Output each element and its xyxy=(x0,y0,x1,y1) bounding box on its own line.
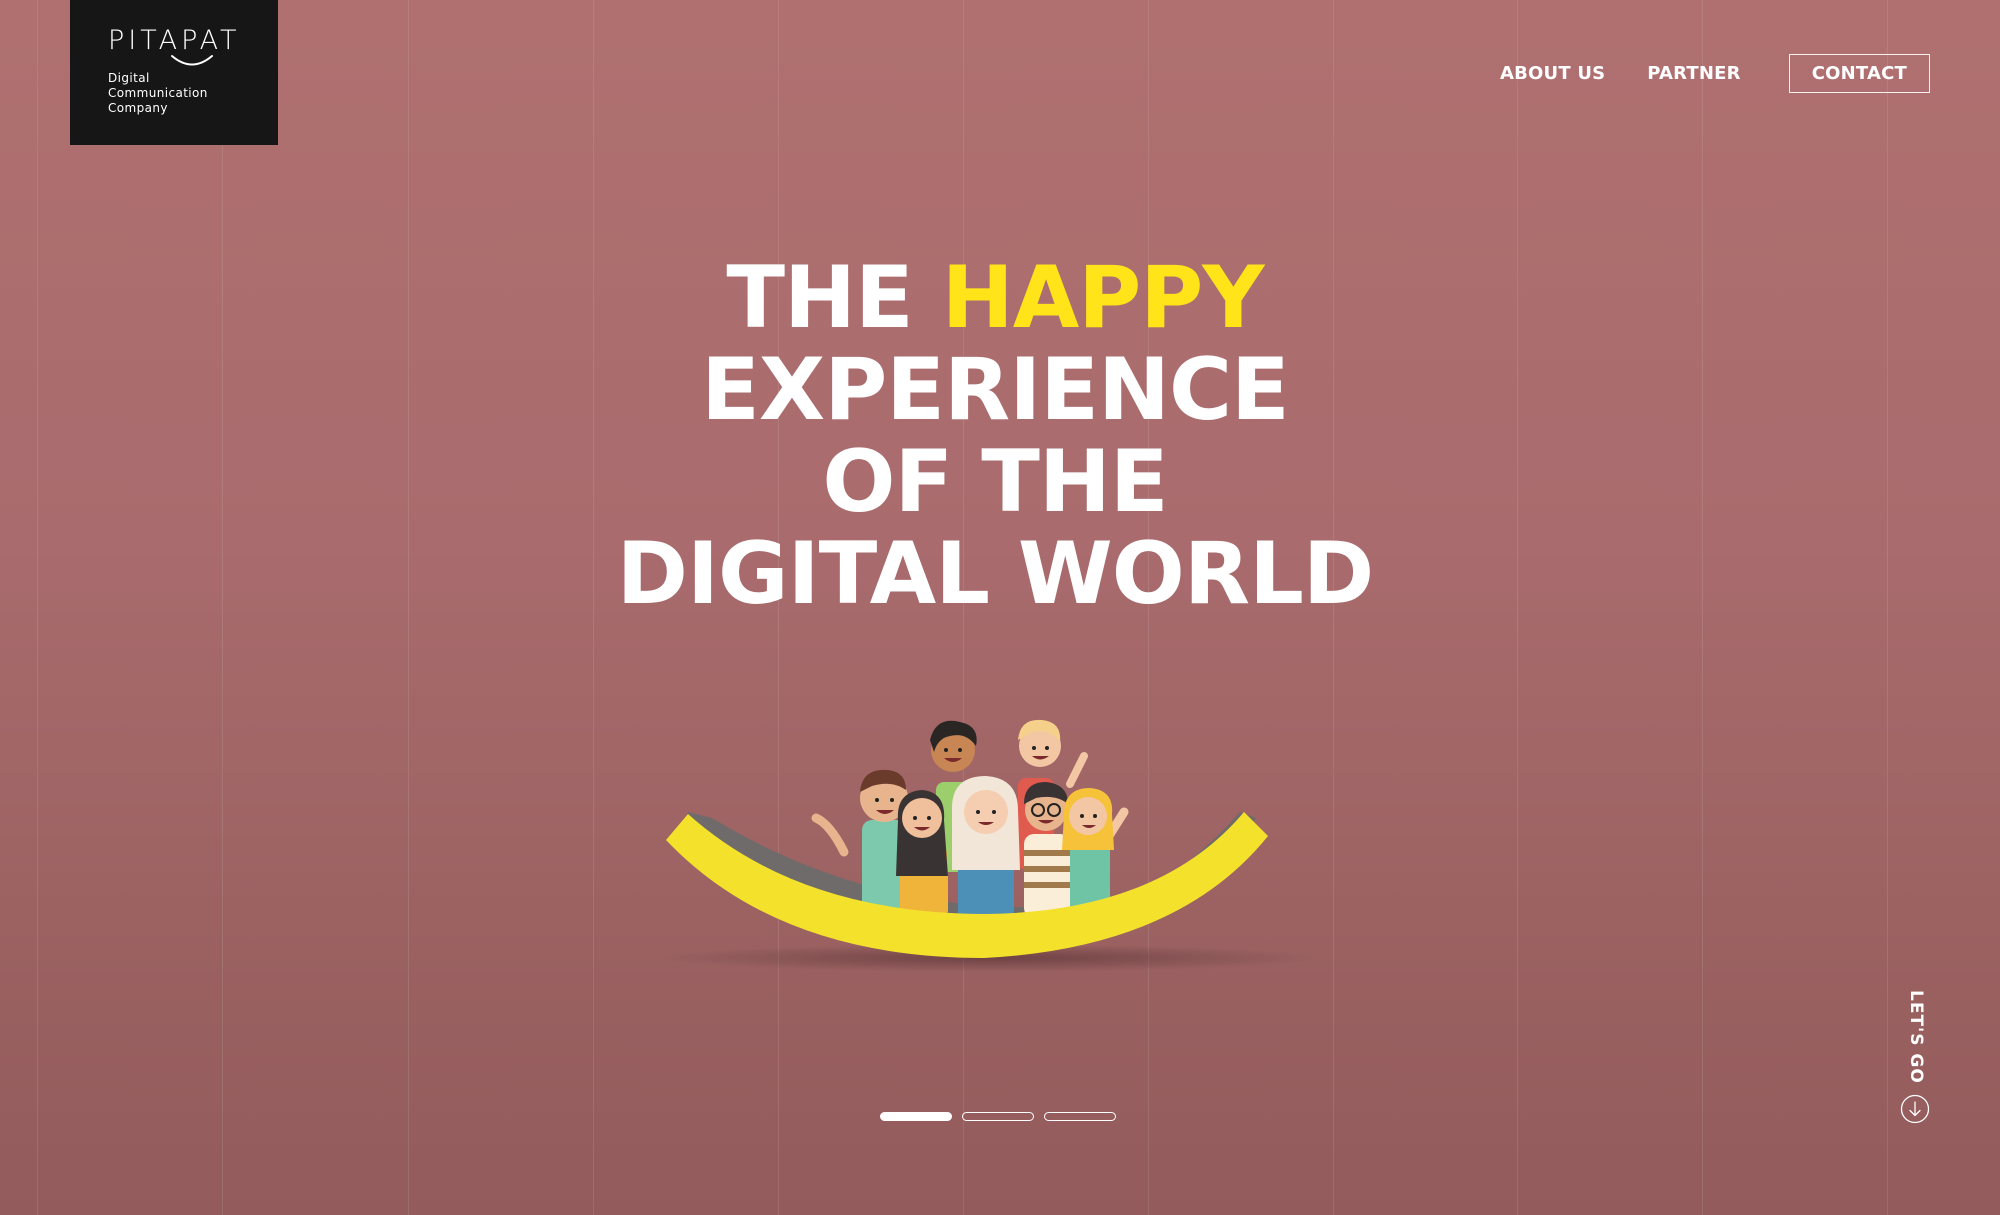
brand-tagline: Digital Communication Company xyxy=(108,71,228,116)
headline-line-3: OF THE xyxy=(822,432,1168,532)
slide-indicator-1[interactable] xyxy=(880,1112,952,1121)
arrow-down-circle-icon xyxy=(1900,1094,1930,1124)
headline-accent: HAPPY xyxy=(941,248,1265,348)
slide-indicator-2[interactable] xyxy=(962,1112,1034,1121)
tagline-line: Company xyxy=(108,101,168,115)
scroll-down-cue[interactable]: LET'S GO xyxy=(1892,990,1938,1130)
lets-go-label: LET'S GO xyxy=(1906,990,1926,1084)
brand-logo[interactable]: PITAPAT Digital Communication Company xyxy=(70,0,278,145)
slider-indicators xyxy=(880,1112,1116,1121)
hero-headline: THE HAPPY EXPERIENCE OF THE DIGITAL WORL… xyxy=(400,252,1590,620)
brand-name: PITAPAT xyxy=(108,25,241,56)
slide-indicator-3[interactable] xyxy=(1044,1112,1116,1121)
headline-line-1: THE HAPPY xyxy=(400,252,1590,344)
tagline-line: Communication xyxy=(108,86,208,100)
tagline-line: Digital xyxy=(108,71,150,85)
nav-about-us[interactable]: ABOUT US xyxy=(1500,63,1605,84)
nav-contact-button[interactable]: CONTACT xyxy=(1788,53,1930,93)
happy-people-illustration xyxy=(660,719,1320,972)
headline-line-2: EXPERIENCE xyxy=(701,340,1290,440)
main-nav: ABOUT US PARTNER CONTACT xyxy=(1500,53,1930,93)
nav-partner[interactable]: PARTNER xyxy=(1647,63,1740,84)
headline-the: THE xyxy=(726,248,942,348)
headline-line-4: DIGITAL WORLD xyxy=(616,524,1375,624)
